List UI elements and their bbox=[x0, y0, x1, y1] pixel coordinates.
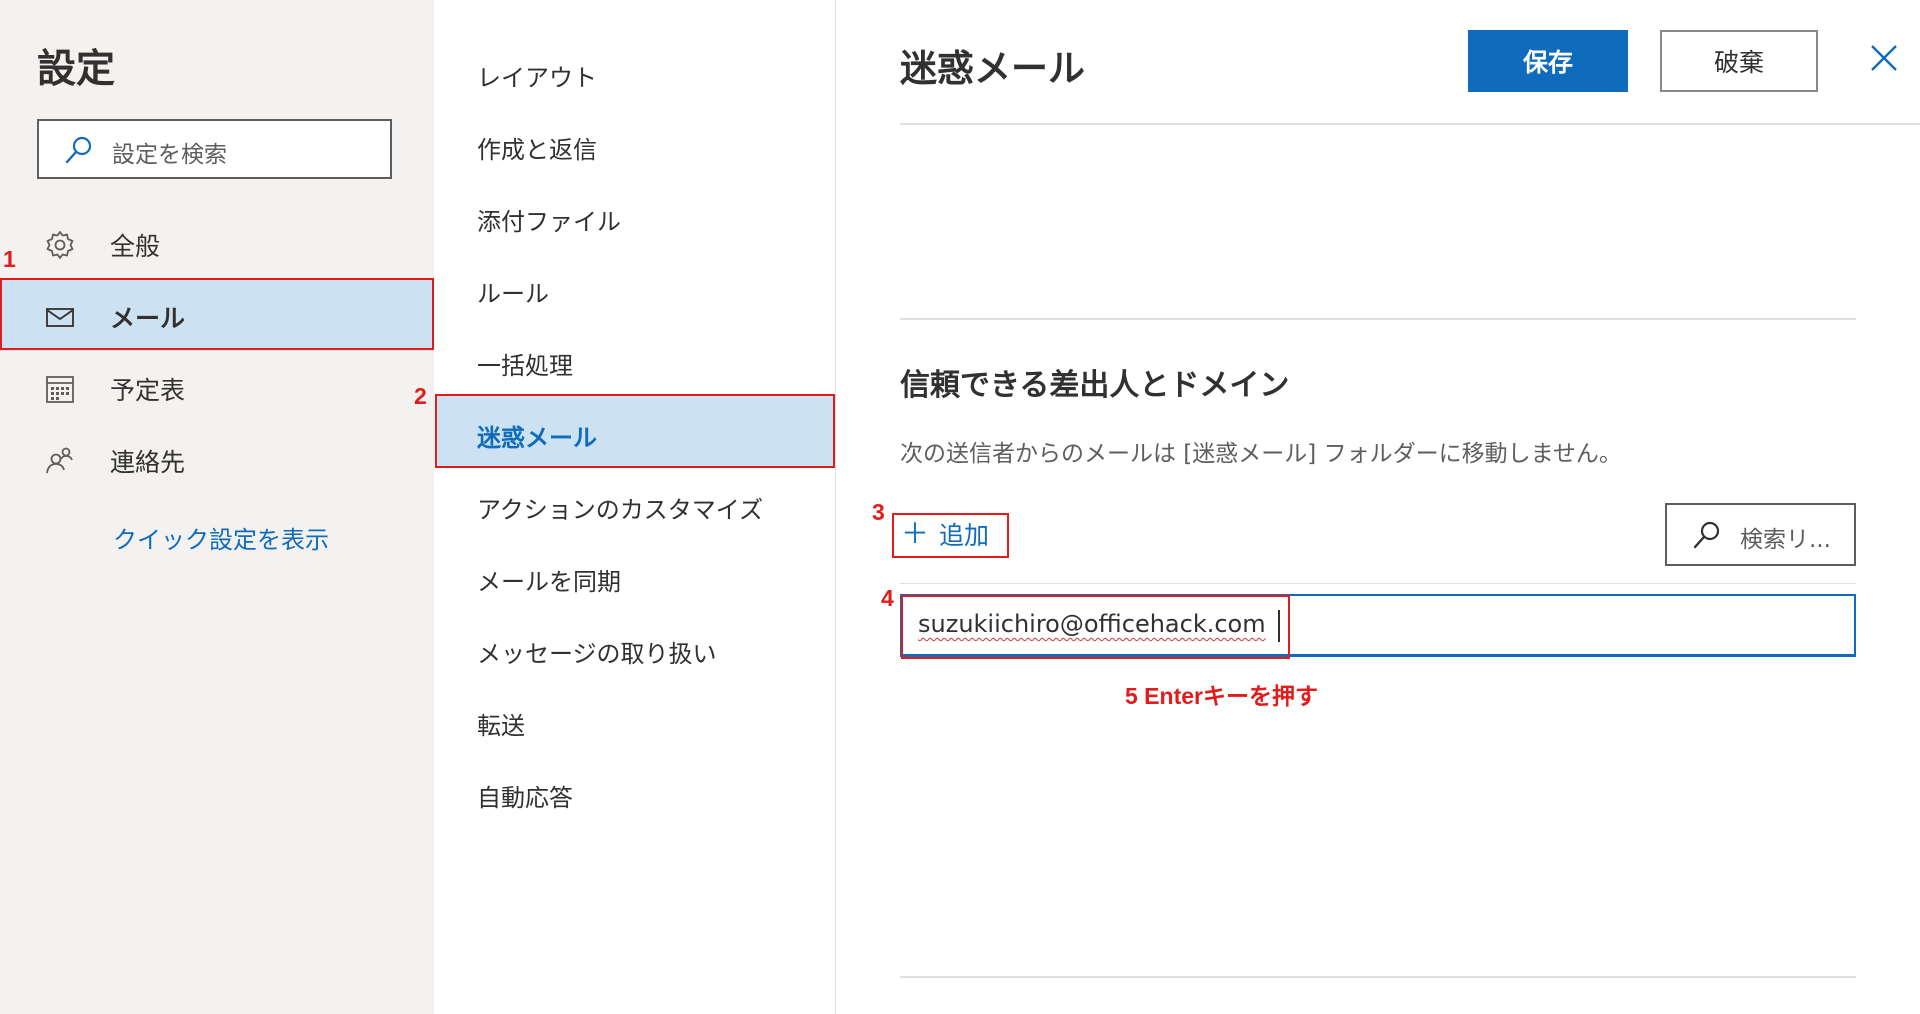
header-divider bbox=[900, 123, 1920, 125]
annotation-step-3: 3 bbox=[872, 499, 885, 525]
section-divider bbox=[900, 318, 1856, 320]
settings-title: 設定 bbox=[37, 47, 116, 92]
menu-item-label: 作成と返信 bbox=[477, 136, 597, 164]
menu-item-label: 一括処理 bbox=[477, 352, 573, 380]
people-icon bbox=[44, 445, 76, 477]
annotation-step-5: 5 Enterキーを押す bbox=[1125, 683, 1318, 709]
settings-search-input[interactable]: 設定を検索 bbox=[37, 119, 392, 179]
menu-item-label: 転送 bbox=[477, 712, 525, 740]
discard-button[interactable]: 破棄 bbox=[1660, 30, 1818, 92]
menu-item-attachments[interactable]: 添付ファイル bbox=[435, 180, 835, 252]
menu-item-compose-reply[interactable]: 作成と返信 bbox=[435, 108, 835, 180]
menu-item-sweep[interactable]: 一括処理 bbox=[435, 324, 835, 396]
bottom-divider bbox=[900, 976, 1856, 978]
annotation-box-mail bbox=[0, 278, 434, 350]
settings-nav-label: 予定表 bbox=[110, 376, 186, 405]
calendar-icon bbox=[44, 373, 76, 405]
settings-search-placeholder: 設定を検索 bbox=[112, 142, 227, 168]
annotation-step-2: 2 bbox=[414, 383, 427, 409]
menu-item-customize-actions[interactable]: アクションのカスタマイズ bbox=[435, 468, 835, 540]
menu-item-rules[interactable]: ルール bbox=[435, 252, 835, 324]
menu-item-sync-email[interactable]: メールを同期 bbox=[435, 540, 835, 612]
annotation-box-junk-email bbox=[435, 394, 835, 468]
safe-senders-title: 信頼できる差出人とドメイン bbox=[900, 368, 1290, 403]
menu-item-label: 添付ファイル bbox=[477, 208, 621, 236]
search-icon bbox=[1692, 520, 1722, 554]
menu-item-label: 自動応答 bbox=[477, 784, 573, 812]
menu-item-forwarding[interactable]: 転送 bbox=[435, 684, 835, 756]
annotation-box-input bbox=[901, 595, 1290, 659]
search-list-label: 検索リ... bbox=[1740, 527, 1831, 553]
search-list-button[interactable]: 検索リ... bbox=[1665, 503, 1856, 566]
settings-nav-general[interactable]: 全般 bbox=[0, 207, 434, 279]
menu-item-automatic-replies[interactable]: 自動応答 bbox=[435, 756, 835, 828]
quick-settings-link[interactable]: クイック設定を表示 bbox=[113, 520, 329, 555]
settings-nav-label: 全般 bbox=[110, 232, 161, 261]
close-icon[interactable] bbox=[1866, 40, 1902, 76]
menu-item-label: ルール bbox=[477, 280, 549, 308]
settings-nav-calendar[interactable]: 予定表 bbox=[0, 351, 434, 423]
search-icon bbox=[64, 135, 94, 169]
save-button[interactable]: 保存 bbox=[1468, 30, 1628, 92]
annotation-step-4: 4 bbox=[881, 585, 894, 611]
menu-item-label: アクションのカスタマイズ bbox=[477, 496, 764, 524]
menu-item-label: レイアウト bbox=[477, 64, 597, 92]
menu-item-label: メッセージの取り扱い bbox=[477, 640, 717, 668]
menu-item-label: メールを同期 bbox=[477, 568, 621, 596]
menu-item-message-handling[interactable]: メッセージの取り扱い bbox=[435, 612, 835, 684]
gear-icon bbox=[44, 229, 76, 261]
annotation-box-add bbox=[892, 513, 1009, 558]
annotation-step-1: 1 bbox=[3, 246, 16, 272]
menu-item-layout[interactable]: レイアウト bbox=[435, 36, 835, 108]
settings-nav-label: 連絡先 bbox=[110, 448, 186, 477]
page-title: 迷惑メール bbox=[900, 47, 1085, 90]
list-divider bbox=[900, 583, 1856, 584]
settings-nav-contacts[interactable]: 連絡先 bbox=[0, 423, 434, 495]
safe-senders-description: 次の送信者からのメールは [迷惑メール] フォルダーに移動しません。 bbox=[900, 441, 1622, 467]
